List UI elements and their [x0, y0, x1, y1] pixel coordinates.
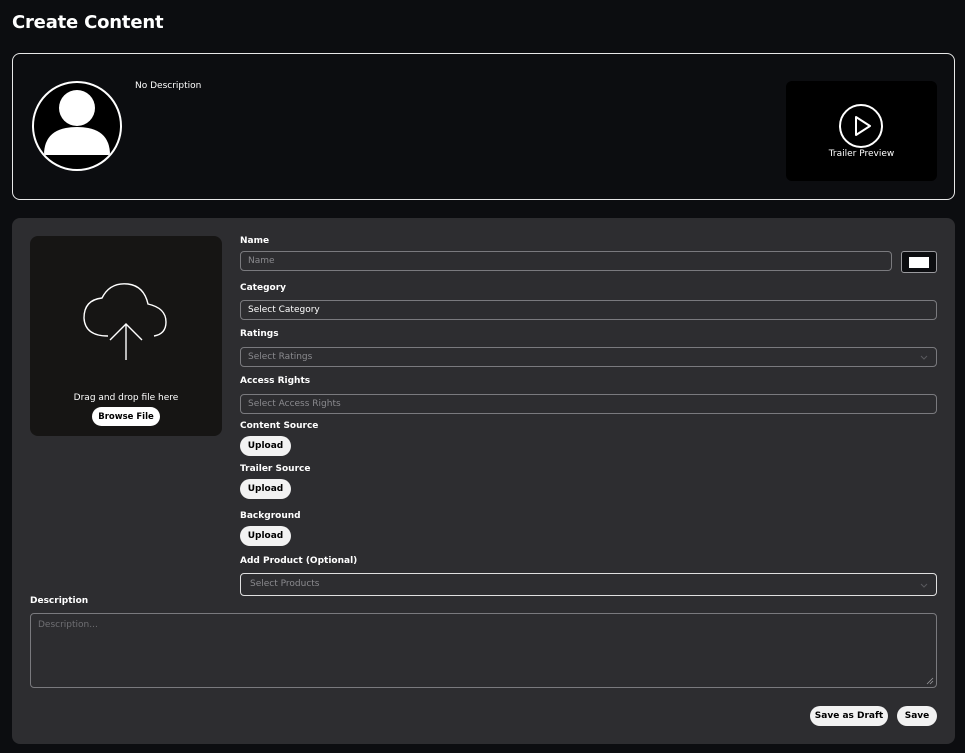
- content-source-upload-button[interactable]: Upload: [240, 436, 291, 456]
- save-button[interactable]: Save: [897, 706, 937, 726]
- product-label: Add Product (Optional): [240, 556, 358, 566]
- description-label: Description: [30, 596, 89, 606]
- avatar: [32, 81, 122, 171]
- trailer-source-upload-button[interactable]: Upload: [240, 479, 291, 499]
- category-label: Category: [240, 283, 287, 293]
- product-select[interactable]: Select Products: [240, 573, 937, 596]
- cloud-upload-icon: [83, 283, 167, 360]
- background-label: Background: [240, 511, 301, 521]
- name-input[interactable]: Name: [240, 251, 892, 271]
- chevron-down-icon: [920, 355, 928, 360]
- play-icon[interactable]: [838, 103, 884, 149]
- file-dropzone[interactable]: Drag and drop file here Browse File: [30, 236, 222, 436]
- ratings-label: Ratings: [240, 329, 279, 339]
- ratings-placeholder: Select Ratings: [248, 352, 313, 362]
- access-rights-select[interactable]: Select Access Rights: [240, 394, 937, 414]
- user-icon: [44, 90, 110, 155]
- background-upload-button[interactable]: Upload: [240, 526, 291, 546]
- product-placeholder: Select Products: [250, 579, 320, 589]
- name-label: Name: [240, 236, 270, 246]
- save-draft-button[interactable]: Save as Draft: [810, 706, 888, 726]
- page-title: Create Content: [12, 12, 164, 33]
- resize-handle-icon[interactable]: [926, 677, 934, 685]
- preview-description: No Description: [135, 81, 202, 91]
- trailer-source-label: Trailer Source: [240, 464, 311, 474]
- chevron-down-icon: [920, 583, 928, 588]
- browse-file-button[interactable]: Browse File: [92, 407, 160, 426]
- dropzone-text: Drag and drop file here: [73, 393, 179, 403]
- description-placeholder: Description...: [38, 620, 98, 630]
- ratings-select[interactable]: Select Ratings: [240, 347, 937, 367]
- color-swatch-fill: [909, 257, 929, 268]
- content-source-label: Content Source: [240, 421, 319, 431]
- description-textarea[interactable]: Description...: [30, 613, 937, 688]
- trailer-preview[interactable]: Trailer Preview: [786, 81, 937, 181]
- content-preview-card: No Description Trailer Preview: [12, 53, 955, 200]
- category-select[interactable]: Select Category: [240, 300, 937, 320]
- content-form: Drag and drop file here Browse File Name…: [12, 218, 955, 744]
- color-picker[interactable]: [901, 251, 937, 273]
- access-rights-label: Access Rights: [240, 376, 311, 386]
- trailer-preview-label: Trailer Preview: [828, 149, 895, 159]
